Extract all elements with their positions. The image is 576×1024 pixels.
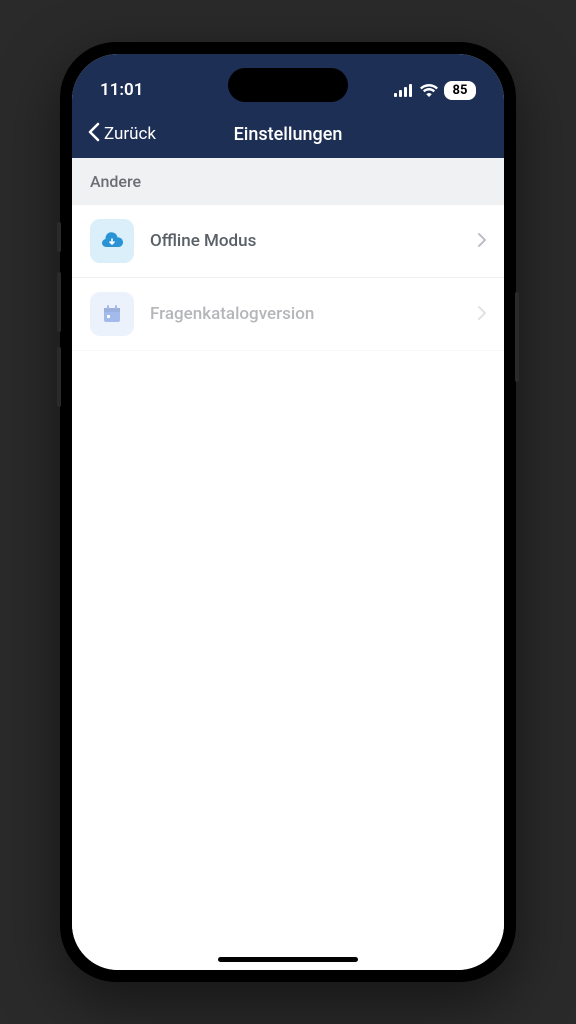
list-item-fragenkatalogversion: Fragenkatalogversion: [72, 278, 504, 351]
list-item-label: Offline Modus: [150, 231, 462, 251]
phone-side-button: [515, 292, 519, 382]
cloud-download-icon: [90, 219, 134, 263]
battery-indicator: 85: [444, 81, 476, 100]
back-label: Zurück: [104, 124, 156, 144]
list-item-label: Fragenkatalogversion: [150, 304, 462, 324]
phone-side-button: [57, 222, 61, 252]
chevron-left-icon: [88, 122, 100, 147]
dynamic-island: [228, 68, 348, 102]
list-item-offline-modus[interactable]: Offline Modus: [72, 205, 504, 278]
chevron-right-icon: [478, 305, 486, 324]
back-button[interactable]: Zurück: [88, 122, 156, 147]
wifi-icon: [420, 84, 438, 97]
phone-side-button: [57, 272, 61, 332]
chevron-right-icon: [478, 232, 486, 251]
cellular-signal-icon: [394, 84, 414, 97]
screen: 11:01 85: [72, 54, 504, 970]
status-icons: 85: [394, 81, 476, 100]
status-time: 11:01: [100, 80, 143, 100]
section-header: Andere: [72, 158, 504, 205]
home-indicator[interactable]: [218, 957, 358, 962]
phone-side-button: [57, 347, 61, 407]
content-area: Andere Offline Modus: [72, 158, 504, 970]
navigation-bar: Zurück Einstellungen: [72, 110, 504, 158]
page-title: Einstellungen: [234, 124, 343, 145]
phone-frame: 11:01 85: [60, 42, 516, 982]
calendar-icon: [90, 292, 134, 336]
